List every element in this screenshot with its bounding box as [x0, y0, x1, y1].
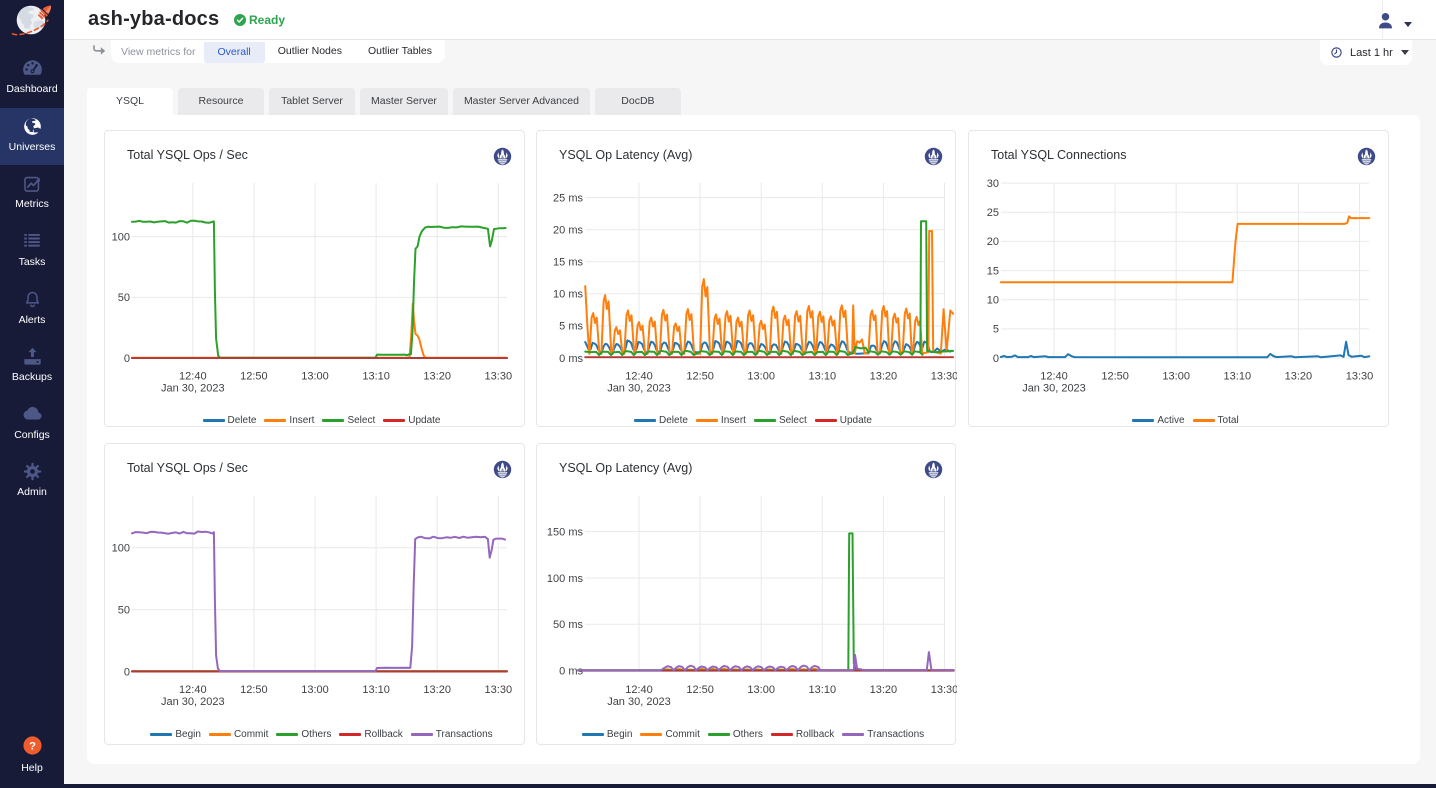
svg-text:100: 100 — [112, 543, 130, 555]
svg-text:13:30: 13:30 — [1346, 371, 1374, 383]
svg-text:0: 0 — [124, 353, 130, 365]
svg-text:12:40: 12:40 — [179, 684, 207, 696]
svg-text:50: 50 — [118, 605, 130, 617]
svg-text:12:50: 12:50 — [1101, 371, 1129, 383]
svg-text:10 ms: 10 ms — [553, 289, 583, 301]
svg-text:Jan 30, 2023: Jan 30, 2023 — [161, 383, 225, 395]
svg-text:13:10: 13:10 — [362, 371, 390, 383]
svg-text:13:30: 13:30 — [485, 371, 513, 383]
svg-text:13:00: 13:00 — [301, 684, 329, 696]
svg-text:13:10: 13:10 — [362, 684, 390, 696]
svg-text:12:40: 12:40 — [625, 371, 653, 383]
svg-text:?: ? — [29, 740, 36, 752]
svg-text:12:50: 12:50 — [686, 684, 714, 696]
svg-text:12:40: 12:40 — [179, 371, 207, 383]
svg-text:12:50: 12:50 — [240, 371, 268, 383]
svg-text:12:50: 12:50 — [686, 371, 714, 383]
svg-text:0 ms: 0 ms — [559, 353, 583, 365]
svg-text:100 ms: 100 ms — [547, 573, 584, 585]
svg-text:12:50: 12:50 — [240, 684, 268, 696]
svg-text:13:20: 13:20 — [870, 371, 898, 383]
svg-text:Jan 30, 2023: Jan 30, 2023 — [607, 696, 671, 708]
svg-text:12:40: 12:40 — [1040, 371, 1068, 383]
svg-text:13:30: 13:30 — [931, 371, 957, 383]
svg-text:13:20: 13:20 — [1285, 371, 1313, 383]
svg-text:13:10: 13:10 — [1224, 371, 1252, 383]
svg-text:Jan 30, 2023: Jan 30, 2023 — [607, 383, 671, 395]
svg-text:5 ms: 5 ms — [559, 321, 583, 333]
svg-text:13:20: 13:20 — [870, 684, 898, 696]
svg-text:150 ms: 150 ms — [547, 526, 584, 538]
svg-text:50 ms: 50 ms — [553, 619, 583, 631]
svg-text:50: 50 — [118, 292, 130, 304]
svg-text:13:10: 13:10 — [809, 371, 837, 383]
svg-text:100: 100 — [112, 231, 130, 243]
svg-text:20 ms: 20 ms — [553, 225, 583, 237]
svg-text:Jan 30, 2023: Jan 30, 2023 — [1022, 383, 1086, 395]
svg-text:5: 5 — [993, 324, 999, 336]
svg-text:13:30: 13:30 — [485, 684, 513, 696]
svg-text:13:00: 13:00 — [1162, 371, 1190, 383]
svg-text:13:10: 13:10 — [809, 684, 837, 696]
svg-text:15: 15 — [987, 265, 999, 277]
svg-text:13:20: 13:20 — [423, 684, 451, 696]
svg-text:10: 10 — [987, 295, 999, 307]
svg-text:30: 30 — [987, 178, 999, 190]
svg-text:0: 0 — [993, 353, 999, 365]
svg-text:13:00: 13:00 — [747, 684, 775, 696]
svg-text:13:00: 13:00 — [747, 371, 775, 383]
svg-text:Jan 30, 2023: Jan 30, 2023 — [161, 696, 225, 708]
svg-text:15 ms: 15 ms — [553, 257, 583, 269]
svg-text:20: 20 — [987, 236, 999, 248]
svg-text:13:00: 13:00 — [301, 371, 329, 383]
svg-text:25: 25 — [987, 207, 999, 219]
svg-text:0: 0 — [124, 666, 130, 678]
svg-text:13:20: 13:20 — [423, 371, 451, 383]
svg-text:13:30: 13:30 — [931, 684, 957, 696]
svg-text:25 ms: 25 ms — [553, 192, 583, 204]
svg-text:12:40: 12:40 — [625, 684, 653, 696]
